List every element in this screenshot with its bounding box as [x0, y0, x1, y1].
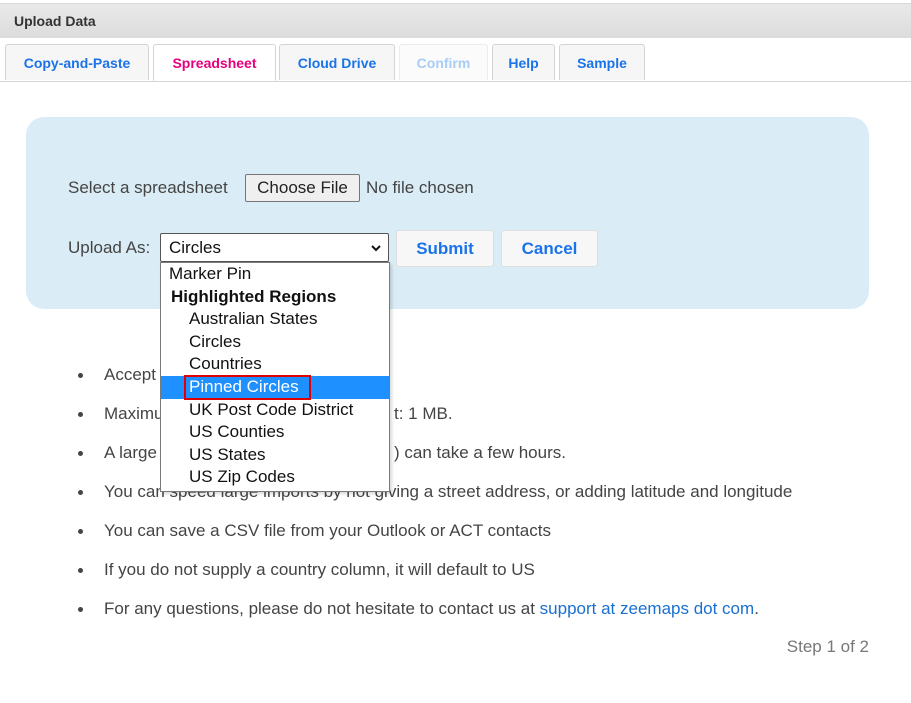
upload-form-panel — [26, 117, 869, 309]
window-titlebar: Upload Data — [0, 3, 911, 38]
dropdown-option-us-zip-codes[interactable]: US Zip Codes — [161, 466, 389, 489]
note-text: Maximu — [104, 404, 164, 423]
bullet-icon — [78, 412, 83, 417]
option-label: US Counties — [189, 422, 285, 441]
note-text-tail: ) can take a few hours. — [394, 443, 566, 462]
option-label: US Zip Codes — [189, 467, 295, 486]
tab-spreadsheet[interactable]: Spreadsheet — [153, 44, 276, 81]
note-suffix: . — [754, 599, 759, 618]
dropdown-option-marker-pin[interactable]: Marker Pin — [161, 263, 389, 286]
option-label: Countries — [189, 354, 262, 373]
upload-as-select[interactable]: Circles — [160, 233, 389, 262]
file-label: Select a spreadsheet — [68, 178, 228, 197]
bullet-icon — [78, 568, 83, 573]
option-label: Circles — [189, 331, 241, 351]
tab-sample[interactable]: Sample — [559, 44, 645, 80]
dropdown-group-highlighted-regions: Highlighted Regions — [161, 286, 389, 309]
note-text-tail: t: 1 MB. — [394, 404, 453, 423]
note-text-main: For any questions, please do not hesitat… — [104, 599, 540, 618]
tab-bar: Copy-and-Paste Spreadsheet Cloud Drive C… — [0, 44, 911, 82]
option-label: US States — [189, 444, 266, 464]
bullet-icon — [78, 529, 83, 534]
cancel-button[interactable]: Cancel — [501, 230, 598, 267]
dropdown-option-us-counties[interactable]: US Counties — [161, 421, 389, 444]
tab-copy-and-paste[interactable]: Copy-and-Paste — [5, 44, 149, 80]
note-text: If you do not supply a country column, i… — [104, 560, 535, 579]
tab-cloud-drive[interactable]: Cloud Drive — [279, 44, 395, 80]
option-label: Australian States — [189, 309, 318, 328]
upload-as-label: Upload As: — [68, 238, 151, 257]
dropdown-option-australian-states[interactable]: Australian States — [161, 308, 389, 331]
step-indicator: Step 1 of 2 — [786, 637, 869, 656]
chevron-down-icon — [371, 245, 381, 252]
choose-file-button[interactable]: Choose File — [245, 174, 360, 202]
bullet-icon — [78, 607, 83, 612]
dropdown-option-countries[interactable]: Countries — [161, 353, 389, 376]
note-text: For any questions, please do not hesitat… — [104, 599, 759, 619]
option-label: Marker Pin — [169, 264, 252, 283]
window-title: Upload Data — [14, 13, 96, 29]
note-text: Accept — [104, 365, 156, 384]
dropdown-option-us-states[interactable]: US States — [161, 444, 389, 467]
dropdown-option-uk-post-code-district[interactable]: UK Post Code District — [161, 399, 389, 422]
bullet-icon — [78, 451, 83, 456]
submit-button[interactable]: Submit — [396, 230, 494, 267]
option-label: UK Post Code District — [189, 399, 354, 419]
note-text: You can save a CSV file from your Outloo… — [104, 521, 551, 540]
tab-help[interactable]: Help — [492, 44, 555, 80]
highlight-annotation-box — [184, 375, 311, 400]
tab-confirm[interactable]: Confirm — [399, 44, 488, 80]
support-email-link[interactable]: support at zeemaps dot com — [540, 599, 755, 618]
group-label: Highlighted Regions — [171, 286, 337, 306]
bullet-icon — [78, 373, 83, 378]
upload-as-value: Circles — [169, 238, 221, 257]
dropdown-option-circles[interactable]: Circles — [161, 331, 389, 354]
note-text: A large — [104, 443, 157, 462]
file-status: No file chosen — [366, 178, 474, 197]
bullet-icon — [78, 490, 83, 495]
